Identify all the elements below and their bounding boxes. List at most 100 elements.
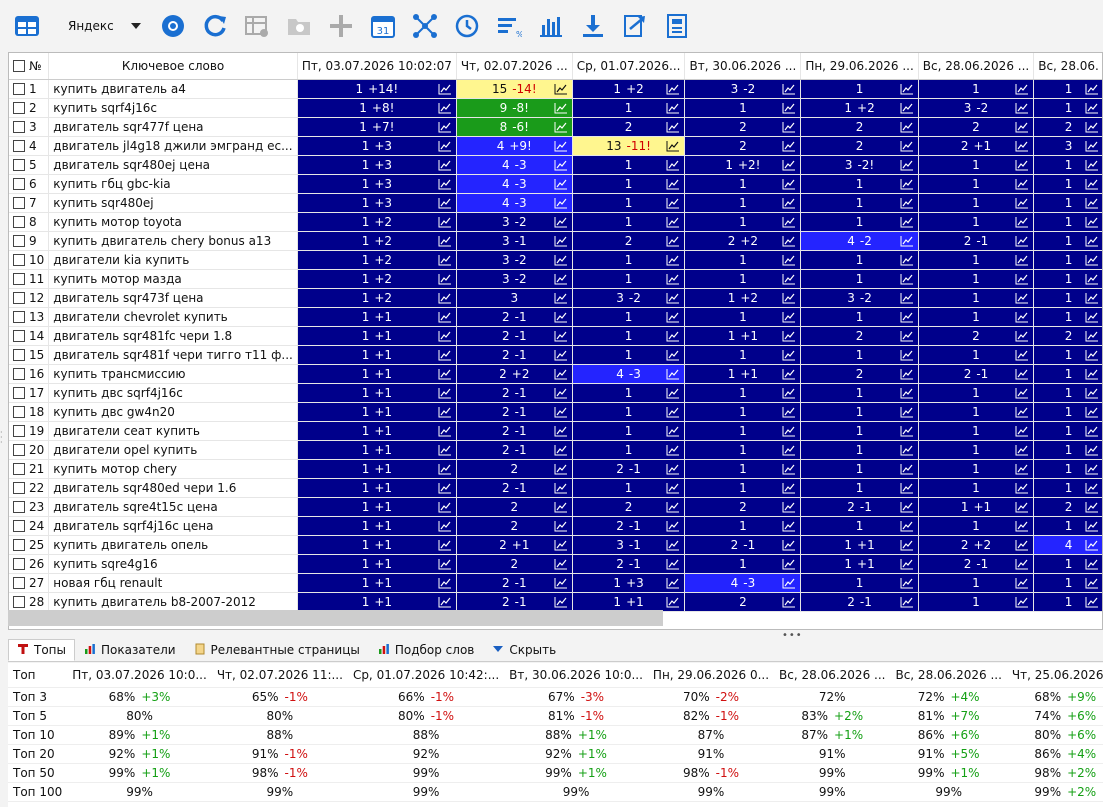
- position-cell[interactable]: 1: [572, 307, 686, 327]
- line-chart-icon[interactable]: [554, 83, 568, 95]
- position-cell[interactable]: 1: [1033, 592, 1102, 612]
- line-chart-icon[interactable]: [900, 292, 914, 304]
- row-number-cell[interactable]: 19: [9, 421, 50, 441]
- line-chart-icon[interactable]: [900, 83, 914, 95]
- line-chart-icon[interactable]: [782, 425, 796, 437]
- line-chart-icon[interactable]: [666, 254, 680, 266]
- tops-column-header[interactable]: Чт, 02.07.2026 11:...: [211, 663, 348, 688]
- table-row[interactable]: 6 купить гбц gbc-kia 1 +3 4 -3 1 1 1 1 1: [9, 174, 1102, 194]
- tops-row[interactable]: Топ 3 68% +3% 65% -1% 66% -1% 67% -3% 70% -2% 72% 72…: [8, 687, 1103, 707]
- tab-hide[interactable]: Скрыть: [483, 639, 565, 661]
- line-chart-icon[interactable]: [666, 178, 680, 190]
- row-number-cell[interactable]: 4: [9, 136, 50, 156]
- position-cell[interactable]: 1: [1033, 79, 1102, 99]
- row-checkbox[interactable]: [13, 196, 25, 209]
- line-chart-icon[interactable]: [1015, 463, 1029, 475]
- line-chart-icon[interactable]: [1015, 349, 1029, 361]
- line-chart-icon[interactable]: [666, 216, 680, 228]
- position-cell[interactable]: 1: [1033, 554, 1102, 574]
- tops-row[interactable]: Топ 100 99% 99% 99% 99% 99% 99% 99% 99% +2%: [8, 782, 1103, 802]
- line-chart-icon[interactable]: [782, 558, 796, 570]
- row-checkbox[interactable]: [13, 272, 25, 285]
- table-row[interactable]: 5 двигатель sqr480ej цена 1 +3 4 -3 1 1 +2! 3 -2! 1…: [9, 155, 1102, 175]
- position-cell[interactable]: 2: [800, 117, 919, 137]
- line-chart-icon[interactable]: [554, 235, 568, 247]
- column-header[interactable]: Чт, 02.07.2026 ...: [456, 53, 573, 80]
- line-chart-icon[interactable]: [782, 349, 796, 361]
- line-chart-icon[interactable]: [1085, 425, 1099, 437]
- position-cell[interactable]: 2 -1: [456, 573, 573, 593]
- line-chart-icon[interactable]: [900, 273, 914, 285]
- position-cell[interactable]: 2 -1: [918, 364, 1035, 384]
- position-cell[interactable]: 1: [800, 516, 919, 536]
- line-chart-icon[interactable]: [666, 235, 680, 247]
- line-chart-icon[interactable]: [554, 102, 568, 114]
- position-cell[interactable]: 1 +14!: [297, 79, 457, 99]
- line-chart-icon[interactable]: [554, 216, 568, 228]
- position-cell[interactable]: 1: [572, 326, 686, 346]
- position-cell[interactable]: 1: [572, 345, 686, 365]
- line-chart-icon[interactable]: [900, 539, 914, 551]
- line-chart-icon[interactable]: [554, 482, 568, 494]
- position-cell[interactable]: 1: [800, 478, 919, 498]
- row-checkbox[interactable]: [13, 481, 25, 494]
- table-row[interactable]: 27 новая гбц renault 1 +1 2 -1 1 +3 4 -3 1 1 1: [9, 573, 1102, 593]
- line-chart-icon[interactable]: [1015, 292, 1029, 304]
- keyword-cell[interactable]: двигатели chevrolet купить: [48, 307, 298, 327]
- keyword-cell[interactable]: двигатель sqrf4j16c цена: [48, 516, 298, 536]
- line-chart-icon[interactable]: [900, 406, 914, 418]
- line-chart-icon[interactable]: [666, 292, 680, 304]
- keyword-cell[interactable]: двигатель jl4g18 джили эмгранд ес...: [48, 136, 298, 156]
- line-chart-icon[interactable]: [554, 596, 568, 608]
- line-chart-icon[interactable]: [1015, 159, 1029, 171]
- line-chart-icon[interactable]: [1085, 482, 1099, 494]
- line-chart-icon[interactable]: [1015, 501, 1029, 513]
- line-chart-icon[interactable]: [782, 444, 796, 456]
- line-chart-icon[interactable]: [554, 463, 568, 475]
- keyword-cell[interactable]: двигатель sqr481f чери тигго т11 ф...: [48, 345, 298, 365]
- position-cell[interactable]: 1 +1: [684, 326, 802, 346]
- row-checkbox[interactable]: [13, 310, 25, 323]
- line-chart-icon[interactable]: [900, 235, 914, 247]
- row-checkbox[interactable]: [13, 348, 25, 361]
- position-cell[interactable]: 1 +7!: [297, 117, 457, 137]
- line-chart-icon[interactable]: [900, 140, 914, 152]
- line-chart-icon[interactable]: [438, 558, 452, 570]
- position-cell[interactable]: 2: [1033, 117, 1102, 137]
- line-chart-icon[interactable]: [900, 387, 914, 399]
- table-row[interactable]: 24 двигатель sqrf4j16c цена 1 +1 2 2 -1 1 1 1 1: [9, 516, 1102, 536]
- side-splitter-dots[interactable]: · · ·: [0, 429, 5, 447]
- browser-icon[interactable]: [158, 11, 188, 41]
- add-icon[interactable]: [326, 11, 356, 41]
- keyword-cell[interactable]: купить двигатель chery bonus a13: [48, 231, 298, 251]
- line-chart-icon[interactable]: [438, 140, 452, 152]
- table-row[interactable]: 2 купить sqrf4j16c 1 +8! 9 -8! 1 1 1 +2 3 -2 1: [9, 98, 1102, 118]
- line-chart-icon[interactable]: [554, 406, 568, 418]
- row-number-cell[interactable]: 5: [9, 155, 50, 175]
- line-chart-icon[interactable]: [900, 178, 914, 190]
- position-cell[interactable]: 2 -1: [800, 497, 919, 517]
- position-cell[interactable]: 1: [1033, 440, 1102, 460]
- position-cell[interactable]: 2: [684, 497, 802, 517]
- position-cell[interactable]: 1 +3: [297, 174, 457, 194]
- line-chart-icon[interactable]: [666, 463, 680, 475]
- line-chart-icon[interactable]: [438, 254, 452, 266]
- position-cell[interactable]: 4 -3: [456, 193, 573, 213]
- line-chart-icon[interactable]: [900, 482, 914, 494]
- row-checkbox[interactable]: [13, 500, 25, 513]
- report-icon[interactable]: [662, 11, 692, 41]
- line-chart-icon[interactable]: [438, 425, 452, 437]
- position-cell[interactable]: 1 +3: [297, 136, 457, 156]
- position-cell[interactable]: 3: [1033, 136, 1102, 156]
- line-chart-icon[interactable]: [438, 349, 452, 361]
- table-row[interactable]: 21 купить мотор chery 1 +1 2 2 -1 1 1 1 1: [9, 459, 1102, 479]
- row-checkbox[interactable]: [13, 538, 25, 551]
- line-chart-icon[interactable]: [554, 330, 568, 342]
- line-chart-icon[interactable]: [1015, 387, 1029, 399]
- position-cell[interactable]: 1: [572, 478, 686, 498]
- tops-row[interactable]: Топ 50 99% +1% 98% -1% 99% 99% +1% 98% -1% 99% 99% +…: [8, 763, 1103, 783]
- line-chart-icon[interactable]: [438, 368, 452, 380]
- position-cell[interactable]: 1: [918, 478, 1035, 498]
- position-cell[interactable]: 2 -1: [456, 478, 573, 498]
- position-cell[interactable]: 1: [1033, 193, 1102, 213]
